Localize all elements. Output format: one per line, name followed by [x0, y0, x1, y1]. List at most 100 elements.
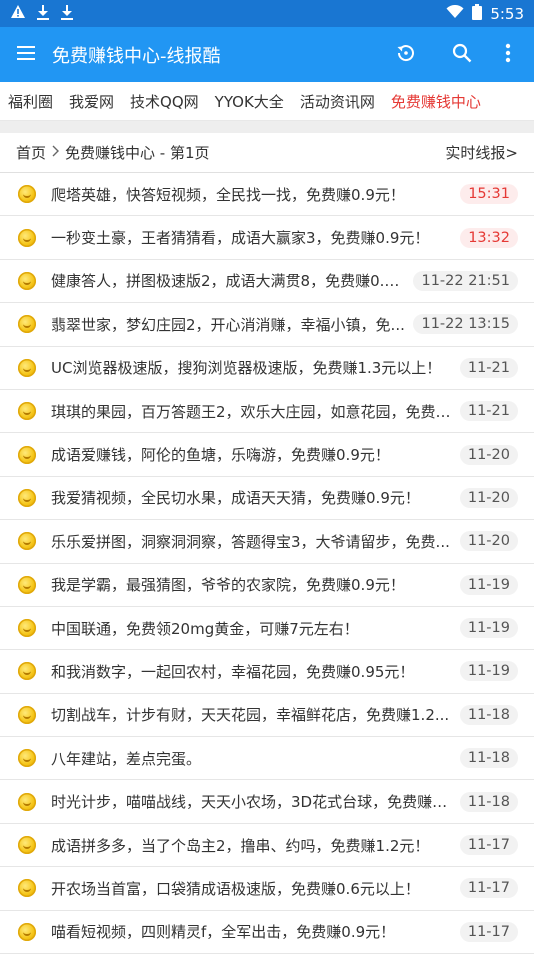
- nav-link-yyok[interactable]: YYOK大全: [207, 91, 292, 112]
- list-item-title: 我爱猜视频，全民切水果，成语天天猜，免费赚0.9元！: [51, 489, 420, 508]
- menu-icon[interactable]: [16, 45, 36, 65]
- section-divider: [0, 121, 534, 133]
- list-item-date: 11-18: [459, 791, 518, 812]
- list-item-date: 11-17: [459, 921, 518, 942]
- gold-coin-icon: [18, 488, 36, 507]
- list-item[interactable]: 我是学霸，最强猜图，爷爷的农家院，免费赚0.9元！ 11-19: [0, 564, 534, 607]
- warning-icon: [10, 4, 26, 23]
- list-item[interactable]: 时光计步，喵喵战线，天天小农场，3D花式台球，免费赚1... 11-18: [0, 780, 534, 824]
- gold-coin-icon: [18, 922, 36, 941]
- wifi-icon: [446, 4, 464, 23]
- list-item[interactable]: 开农场当首富，口袋猜成语极速版，免费赚0.6元以上！ 11-17: [0, 867, 534, 911]
- list-item[interactable]: 健康答人，拼图极速版2，成语大满贯8，免费赚0.9... 11-22 21:51: [0, 260, 534, 304]
- list-item-title: 喵看短视频，四则精灵f，全军出击，免费赚0.9元！: [51, 923, 396, 942]
- breadcrumb-home-link[interactable]: 首页: [16, 142, 46, 163]
- list-item[interactable]: 乐乐爱拼图，洞察洞洞察，答题得宝3，大爷请留步，免费... 11-20: [0, 520, 534, 564]
- gold-coin-icon: [18, 836, 36, 855]
- list-item[interactable]: 一秒变土豪，王者猜猜看，成语大赢家3，免费赚0.9元！ 13:32: [0, 216, 534, 260]
- breadcrumb: 首页 免费赚钱中心 - 第1页 实时线报>: [0, 133, 534, 173]
- gold-coin-icon: [18, 185, 36, 204]
- gold-coin-icon: [18, 662, 36, 681]
- list-item-date: 11-21: [459, 401, 518, 422]
- realtime-link[interactable]: 实时线报>: [445, 142, 518, 163]
- list-item-date: 15:31: [460, 184, 518, 205]
- list-item-date: 11-21: [459, 357, 518, 378]
- list-item-title: 琪琪的果园，百万答题王2，欢乐大庄园，如意花园，免费赚...: [51, 402, 452, 421]
- list-item[interactable]: 切割战车，计步有财，天天花园，幸福鲜花店，免费赚1.2... 11-18: [0, 694, 534, 738]
- list-item-date: 11-18: [459, 748, 518, 769]
- history-button[interactable]: [378, 27, 434, 82]
- chevron-right-icon: [52, 145, 60, 161]
- list-item-date: 11-20: [459, 444, 518, 465]
- list-item-title: 中国联通，免费领20mg黄金，可赚7元左右！: [51, 619, 359, 638]
- gold-coin-icon: [18, 792, 36, 811]
- download-icon: [60, 4, 74, 24]
- list-item-date: 11-20: [459, 487, 518, 508]
- breadcrumb-path: 首页 免费赚钱中心 - 第1页: [16, 142, 210, 163]
- status-time: 5:53: [490, 4, 524, 23]
- nav-link-jishuqq[interactable]: 技术QQ网: [122, 91, 207, 112]
- history-icon: [395, 42, 417, 68]
- gold-coin-icon: [18, 532, 36, 551]
- list-item-date: 11-17: [459, 835, 518, 856]
- list-item-title: 乐乐爱拼图，洞察洞洞察，答题得宝3，大爷请留步，免费...: [51, 532, 450, 551]
- nav-link-fuliquan[interactable]: 福利圈: [0, 91, 61, 112]
- list-item-title: 八年建站，差点完蛋。: [51, 749, 202, 768]
- gold-coin-icon: [18, 879, 36, 898]
- download-icon: [36, 4, 50, 24]
- status-left-icons: [10, 4, 74, 24]
- list-item-title: 一秒变土豪，王者猜猜看，成语大赢家3，免费赚0.9元！: [51, 229, 430, 248]
- list-item-date: 11-22 21:51: [413, 270, 518, 291]
- more-vert-icon: [505, 43, 511, 67]
- list-item[interactable]: 八年建站，差点完蛋。 11-18: [0, 737, 534, 781]
- gold-coin-icon: [18, 575, 36, 594]
- gold-coin-icon: [18, 619, 36, 638]
- list-item-title: 健康答人，拼图极速版2，成语大满贯8，免费赚0.9...: [51, 272, 406, 291]
- battery-icon: [472, 3, 483, 24]
- gold-coin-icon: [18, 228, 36, 247]
- list-item[interactable]: 喵看短视频，四则精灵f，全军出击，免费赚0.9元！ 11-17: [0, 911, 534, 954]
- list-item[interactable]: 琪琪的果园，百万答题王2，欢乐大庄园，如意花园，免费赚... 11-21: [0, 390, 534, 434]
- gold-coin-icon: [18, 271, 36, 290]
- nav-link-huodong[interactable]: 活动资讯网: [292, 91, 383, 112]
- list-item-date: 11-22 13:15: [413, 314, 518, 335]
- gold-coin-icon: [18, 749, 36, 768]
- list-item[interactable]: UC浏览器极速版，搜狗浏览器极速版，免费赚1.3元以上！ 11-21: [0, 347, 534, 390]
- list-item[interactable]: 和我消数字，一起回农村，幸福花园，免费赚0.95元！ 11-19: [0, 650, 534, 694]
- app-title: 免费赚钱中心-线报酷: [52, 45, 221, 67]
- list-item[interactable]: 成语拼多多，当了个岛主2，撸串、约吗，免费赚1.2元！ 11-17: [0, 824, 534, 868]
- gold-coin-icon: [18, 315, 36, 334]
- site-nav-links: 福利圈 我爱网 技术QQ网 YYOK大全 活动资讯网 免费赚钱中心: [0, 82, 534, 121]
- list-item-title: 成语拼多多，当了个岛主2，撸串、约吗，免费赚1.2元！: [51, 836, 430, 855]
- item-list: 爬塔英雄，快答短视频，全民找一找，免费赚0.9元！ 15:31 一秒变土豪，王者猜猜…: [0, 173, 534, 954]
- nav-link-mianfei[interactable]: 免费赚钱中心: [383, 91, 489, 112]
- list-item-title: 成语爱赚钱，阿伦的鱼塘，乐嗨游，免费赚0.9元！: [51, 446, 390, 465]
- gold-coin-icon: [18, 445, 36, 464]
- nav-link-woaiwang[interactable]: 我爱网: [61, 91, 122, 112]
- gold-coin-icon: [18, 358, 36, 377]
- list-item-date: 11-19: [459, 574, 518, 595]
- list-item[interactable]: 我爱猜视频，全民切水果，成语天天猜，免费赚0.9元！ 11-20: [0, 477, 534, 521]
- list-item-title: UC浏览器极速版，搜狗浏览器极速版，免费赚1.3元以上！: [51, 359, 442, 378]
- list-item[interactable]: 爬塔英雄，快答短视频，全民找一找，免费赚0.9元！ 15:31: [0, 173, 534, 217]
- status-bar: 5:53: [0, 0, 534, 27]
- list-item-title: 和我消数字，一起回农村，幸福花园，免费赚0.95元！: [51, 662, 415, 681]
- list-item[interactable]: 翡翠世家，梦幻庄园2，开心消消赚，幸福小镇，免... 11-22 13:15: [0, 303, 534, 347]
- list-item-title: 时光计步，喵喵战线，天天小农场，3D花式台球，免费赚1...: [51, 793, 452, 812]
- breadcrumb-current: 免费赚钱中心 - 第1页: [65, 144, 210, 162]
- search-icon: [452, 43, 472, 67]
- list-item[interactable]: 中国联通，免费领20mg黄金，可赚7元左右！ 11-19: [0, 607, 534, 651]
- status-right-icons: 5:53: [446, 3, 524, 24]
- list-item-title: 我是学霸，最强猜图，爷爷的农家院，免费赚0.9元！: [51, 576, 405, 595]
- search-button[interactable]: [434, 27, 490, 82]
- app-bar: 免费赚钱中心-线报酷: [0, 27, 534, 82]
- list-item-date: 11-19: [459, 618, 518, 639]
- list-item[interactable]: 成语爱赚钱，阿伦的鱼塘，乐嗨游，免费赚0.9元！ 11-20: [0, 433, 534, 477]
- list-item-title: 翡翠世家，梦幻庄园2，开心消消赚，幸福小镇，免...: [51, 315, 405, 334]
- list-item-title: 开农场当首富，口袋猜成语极速版，免费赚0.6元以上！: [51, 879, 420, 898]
- more-options-button[interactable]: [490, 27, 526, 82]
- list-item-date: 11-20: [459, 531, 518, 552]
- list-item-date: 11-19: [459, 661, 518, 682]
- gold-coin-icon: [18, 705, 36, 724]
- list-item-date: 11-17: [459, 878, 518, 899]
